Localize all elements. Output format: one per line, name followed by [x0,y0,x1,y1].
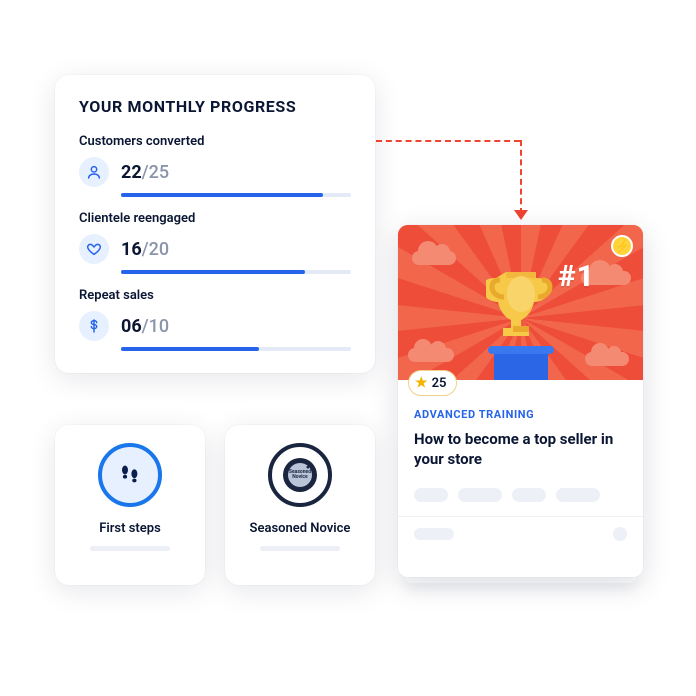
badge-progress-bar [260,546,340,551]
placeholder-tags [414,488,627,502]
divider [398,516,643,517]
hero-rank-tag: #1 [558,259,595,294]
progress-bar [121,193,351,197]
arrow-connector [376,140,520,142]
training-card[interactable]: #1 ⚡ ★ 25 ADVANCED TRAINING How to becom… [398,225,643,577]
badge-title: First steps [99,521,161,536]
lightning-icon: ⚡ [611,235,633,257]
metric-total: /25 [142,162,169,183]
metric-total: /20 [142,239,169,260]
metric-value: 06 [121,316,142,337]
arrow-head-icon [514,210,528,220]
metric-customers-converted: Customers converted 22/25 [79,134,351,197]
placeholder-footer [414,527,627,541]
metric-value: 16 [121,239,142,260]
trophy-icon [486,264,556,350]
user-icon [79,157,109,187]
dollar-icon [79,311,109,341]
metric-label: Customers converted [79,134,351,149]
footsteps-icon [98,443,162,507]
progress-bar-fill [121,193,323,197]
training-hero-image: #1 ⚡ [398,225,643,380]
metric-clientele-reengaged: Clientele reengaged 16/20 [79,211,351,274]
progress-bar [121,270,351,274]
badge-first-steps[interactable]: First steps [55,425,205,585]
metric-label: Repeat sales [79,288,351,303]
heart-icon [79,234,109,264]
monthly-progress-card: YOUR MONTHLY PROGRESS Customers converte… [55,75,375,373]
badge-progress-bar [90,546,170,551]
star-icon: ★ [415,375,428,391]
metric-repeat-sales: Repeat sales 06/10 [79,288,351,351]
points-badge: ★ 25 [408,370,457,396]
points-value: 25 [432,376,447,391]
metric-total: /10 [142,316,169,337]
badge-title: Seasoned Novice [250,521,351,536]
progress-heading: YOUR MONTHLY PROGRESS [79,97,351,116]
training-title: How to become a top seller in your store [414,429,627,470]
card-stack-decoration [404,573,637,583]
seal-icon: SeasonedNovice [268,443,332,507]
metric-label: Clientele reengaged [79,211,351,226]
arrow-connector [520,140,522,214]
progress-bar [121,347,351,351]
metric-value: 22 [121,162,142,183]
progress-bar-fill [121,270,305,274]
progress-bar-fill [121,347,259,351]
badge-seasoned-novice[interactable]: SeasonedNovice Seasoned Novice [225,425,375,585]
training-category: ADVANCED TRAINING [414,408,627,421]
